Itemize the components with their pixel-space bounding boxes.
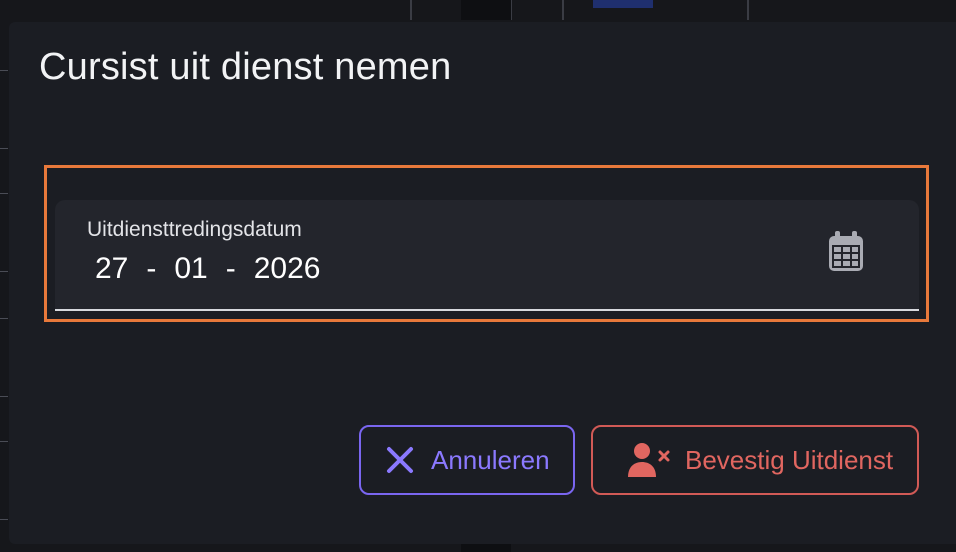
- date-separator: -: [146, 252, 157, 285]
- confirm-discharge-button[interactable]: Bevestig Uitdienst: [591, 425, 919, 495]
- calendar-button[interactable]: [821, 229, 871, 279]
- background-divider: [747, 0, 749, 20]
- background-tick: [0, 148, 8, 149]
- confirm-button-label: Bevestig Uitdienst: [685, 444, 894, 475]
- discharge-dialog: Cursist uit dienst nemen Uitdiensttredin…: [9, 22, 956, 544]
- cancel-button-label: Annuleren: [431, 444, 550, 475]
- date-input[interactable]: 27 - 01 - 2026: [95, 252, 321, 286]
- date-separator: -: [225, 252, 236, 285]
- background-tick: [0, 519, 8, 520]
- background-tick: [0, 70, 8, 71]
- background-tick: [0, 441, 8, 442]
- background-accent: [593, 0, 653, 8]
- calendar-icon: [824, 229, 868, 280]
- date-field-label: Uitdiensttredingsdatum: [87, 218, 302, 241]
- date-month-segment[interactable]: 01: [174, 252, 207, 286]
- date-day-segment[interactable]: 27: [95, 252, 128, 286]
- background-divider: [461, 0, 511, 20]
- cancel-button[interactable]: Annuleren: [359, 425, 575, 495]
- background-divider: [511, 0, 512, 20]
- close-icon: [385, 445, 415, 475]
- person-remove-icon: [627, 441, 671, 479]
- date-year-segment[interactable]: 2026: [254, 252, 321, 286]
- background-divider: [461, 544, 511, 552]
- background-divider: [562, 0, 564, 20]
- background-tick: [0, 193, 8, 194]
- background-tick: [0, 318, 8, 319]
- background-tick: [0, 396, 8, 397]
- discharge-date-field[interactable]: Uitdiensttredingsdatum 27 - 01 - 2026: [55, 200, 919, 311]
- background-divider: [410, 0, 412, 20]
- background-tick: [0, 271, 8, 272]
- dialog-title: Cursist uit dienst nemen: [39, 46, 452, 88]
